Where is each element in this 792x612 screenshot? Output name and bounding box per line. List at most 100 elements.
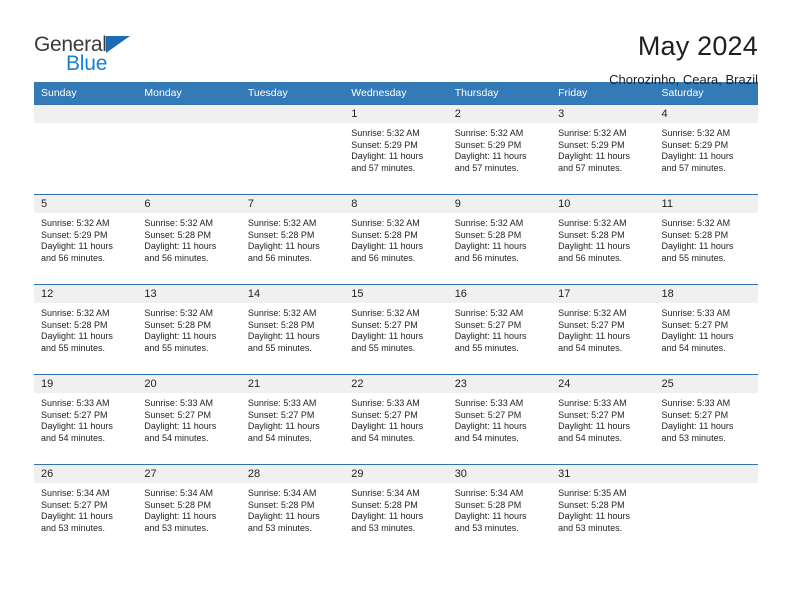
day-number: 26 (34, 465, 138, 483)
sunset-text: Sunset: 5:27 PM (351, 319, 418, 330)
daylight-text-line2: and 54 minutes. (41, 432, 106, 443)
day-details: Sunrise: 5:34 AM Sunset: 5:28 PM Daylight:… (241, 483, 344, 534)
sunset-text: Sunset: 5:28 PM (247, 319, 315, 330)
day-number: 17 (551, 285, 655, 303)
day-cell[interactable]: 24 Sunrise: 5:33 AM Sunset: 5:27 PM Dayligh… (551, 374, 655, 465)
day-cell[interactable]: 1 Sunrise: 5:32 AM Sunset: 5:29 PM Daylight… (344, 104, 448, 195)
day-cell[interactable]: 19 Sunrise: 5:33 AM Sunset: 5:27 PM Dayligh… (34, 374, 138, 465)
day-cell[interactable]: 20 Sunrise: 5:33 AM Sunset: 5:27 PM Dayligh… (137, 374, 241, 465)
day-number: 11 (654, 195, 758, 213)
day-number: 7 (240, 195, 345, 213)
day-cell[interactable]: 6 Sunrise: 5:32 AM Sunset: 5:28 PM Daylight… (137, 194, 241, 285)
day-cell[interactable]: 31 Sunrise: 5:35 AM Sunset: 5:28 PM Dayligh… (551, 464, 655, 555)
day-details: Sunrise: 5:32 AM Sunset: 5:28 PM Daylight:… (344, 213, 447, 264)
daylight-text-line2: and 55 minutes. (41, 342, 106, 353)
day-details: Sunrise: 5:32 AM Sunset: 5:29 PM Daylight:… (551, 123, 654, 174)
daylight-text-line1: Daylight: 11 hours (661, 331, 734, 342)
day-cell[interactable]: 13 Sunrise: 5:32 AM Sunset: 5:28 PM Dayligh… (137, 284, 241, 375)
sunrise-text: Sunrise: 5:32 AM (558, 218, 627, 228)
daylight-text-line2: and 53 minutes. (144, 522, 209, 533)
day-cell[interactable]: 12 Sunrise: 5:32 AM Sunset: 5:28 PM Dayligh… (34, 284, 138, 375)
day-details: Sunrise: 5:33 AM Sunset: 5:27 PM Daylight:… (137, 393, 240, 444)
sunset-text: Sunset: 5:29 PM (558, 139, 625, 150)
sunset-text: Sunset: 5:28 PM (558, 499, 625, 510)
daylight-text-line2: and 54 minutes. (558, 432, 623, 443)
day-number: 31 (551, 465, 655, 483)
title-block: May 2024 Chorozinho, Ceara, Brazil (609, 28, 758, 87)
day-cell[interactable]: 2 Sunrise: 5:32 AM Sunset: 5:29 PM Daylight… (447, 104, 552, 195)
daylight-text-line1: Daylight: 11 hours (661, 151, 734, 162)
day-cell[interactable]: 23 Sunrise: 5:33 AM Sunset: 5:27 PM Dayligh… (447, 374, 552, 465)
sunrise-text: Sunrise: 5:33 AM (454, 398, 524, 408)
day-details: Sunrise: 5:34 AM Sunset: 5:28 PM Daylight:… (448, 483, 551, 534)
day-cell[interactable]: 14 Sunrise: 5:32 AM Sunset: 5:28 PM Dayligh… (240, 284, 345, 375)
day-cell[interactable]: 4 Sunrise: 5:32 AM Sunset: 5:29 PM Daylight… (654, 104, 758, 195)
day-number: 3 (551, 105, 655, 123)
day-cell[interactable]: 9 Sunrise: 5:32 AM Sunset: 5:28 PM Daylight… (447, 194, 552, 285)
calendar-week-row: 19 Sunrise: 5:33 AM Sunset: 5:27 PM Dayligh… (34, 374, 758, 465)
day-cell[interactable]: 22 Sunrise: 5:33 AM Sunset: 5:27 PM Dayligh… (344, 374, 448, 465)
day-cell[interactable]: 25 Sunrise: 5:33 AM Sunset: 5:27 PM Dayligh… (654, 374, 758, 465)
sunrise-text: Sunrise: 5:32 AM (661, 128, 731, 138)
day-cell[interactable]: 26 Sunrise: 5:34 AM Sunset: 5:27 PM Dayligh… (34, 464, 138, 555)
day-cell[interactable]: 17 Sunrise: 5:32 AM Sunset: 5:27 PM Dayligh… (551, 284, 655, 375)
day-number: 28 (240, 465, 345, 483)
sunrise-text: Sunrise: 5:32 AM (247, 218, 317, 228)
day-cell[interactable]: 16 Sunrise: 5:32 AM Sunset: 5:27 PM Dayligh… (447, 284, 552, 375)
daylight-text-line1: Daylight: 11 hours (351, 511, 424, 522)
sunrise-text: Sunrise: 5:32 AM (351, 218, 420, 228)
day-cell[interactable]: 5 Sunrise: 5:32 AM Sunset: 5:29 PM Daylight… (34, 194, 138, 285)
day-cell[interactable]: 29 Sunrise: 5:34 AM Sunset: 5:28 PM Dayligh… (344, 464, 448, 555)
sunset-text: Sunset: 5:29 PM (351, 139, 418, 150)
sunrise-text: Sunrise: 5:32 AM (454, 128, 524, 138)
sunrise-text: Sunrise: 5:32 AM (351, 308, 420, 318)
day-details: Sunrise: 5:33 AM Sunset: 5:27 PM Daylight:… (448, 393, 551, 444)
day-details: Sunrise: 5:33 AM Sunset: 5:27 PM Daylight:… (655, 393, 758, 444)
weekday-header-thursday: Thursday (447, 82, 552, 105)
day-cell[interactable]: 3 Sunrise: 5:32 AM Sunset: 5:29 PM Daylight… (551, 104, 655, 195)
generalblue-logo[interactable]: General Blue (34, 28, 214, 74)
sunrise-text: Sunrise: 5:35 AM (558, 488, 627, 498)
sunset-text: Sunset: 5:28 PM (144, 319, 211, 330)
sunset-text: Sunset: 5:28 PM (247, 229, 315, 240)
day-cell[interactable]: 8 Sunrise: 5:32 AM Sunset: 5:28 PM Daylight… (344, 194, 448, 285)
calendar-week-row: 26 Sunrise: 5:34 AM Sunset: 5:27 PM Dayligh… (34, 464, 758, 555)
day-number: 15 (344, 285, 448, 303)
sunrise-text: Sunrise: 5:32 AM (144, 218, 213, 228)
sunset-text: Sunset: 5:29 PM (661, 139, 729, 150)
daylight-text-line1: Daylight: 11 hours (454, 331, 527, 342)
sunset-text: Sunset: 5:27 PM (41, 499, 108, 510)
daylight-text-line1: Daylight: 11 hours (454, 241, 527, 252)
daylight-text-line1: Daylight: 11 hours (144, 421, 217, 432)
day-details: Sunrise: 5:33 AM Sunset: 5:27 PM Daylight:… (551, 393, 654, 444)
daylight-text-line2: and 53 minutes. (351, 522, 416, 533)
sunset-text: Sunset: 5:28 PM (454, 229, 522, 240)
day-cell[interactable]: 7 Sunrise: 5:32 AM Sunset: 5:28 PM Daylight… (240, 194, 345, 285)
day-cell[interactable]: 18 Sunrise: 5:33 AM Sunset: 5:27 PM Dayligh… (654, 284, 758, 375)
daylight-text-line2: and 56 minutes. (454, 252, 519, 263)
daylight-text-line1: Daylight: 11 hours (351, 151, 424, 162)
day-cell-empty (654, 464, 758, 555)
daylight-text-line1: Daylight: 11 hours (558, 421, 630, 432)
sunrise-text: Sunrise: 5:33 AM (661, 308, 731, 318)
day-cell[interactable]: 27 Sunrise: 5:34 AM Sunset: 5:28 PM Dayligh… (137, 464, 241, 555)
day-number (654, 465, 758, 483)
day-cell[interactable]: 10 Sunrise: 5:32 AM Sunset: 5:28 PM Dayligh… (551, 194, 655, 285)
day-number: 30 (447, 465, 552, 483)
day-number: 2 (447, 105, 552, 123)
day-details: Sunrise: 5:32 AM Sunset: 5:27 PM Daylight:… (551, 303, 654, 354)
day-cell[interactable]: 11 Sunrise: 5:32 AM Sunset: 5:28 PM Dayligh… (654, 194, 758, 285)
daylight-text-line2: and 54 minutes. (247, 432, 312, 443)
day-cell[interactable]: 30 Sunrise: 5:34 AM Sunset: 5:28 PM Dayligh… (447, 464, 552, 555)
daylight-text-line1: Daylight: 11 hours (144, 241, 217, 252)
sunset-text: Sunset: 5:28 PM (351, 499, 418, 510)
day-cell[interactable]: 21 Sunrise: 5:33 AM Sunset: 5:27 PM Dayligh… (240, 374, 345, 465)
daylight-text-line1: Daylight: 11 hours (247, 421, 320, 432)
weekday-header-monday: Monday (137, 82, 241, 105)
day-cell[interactable]: 28 Sunrise: 5:34 AM Sunset: 5:28 PM Dayligh… (240, 464, 345, 555)
day-cell-empty (240, 104, 345, 195)
day-details: Sunrise: 5:32 AM Sunset: 5:28 PM Daylight:… (655, 213, 758, 264)
day-cell[interactable]: 15 Sunrise: 5:32 AM Sunset: 5:27 PM Dayligh… (344, 284, 448, 375)
page-title: May 2024 (637, 31, 758, 61)
sunset-text: Sunset: 5:28 PM (351, 229, 418, 240)
